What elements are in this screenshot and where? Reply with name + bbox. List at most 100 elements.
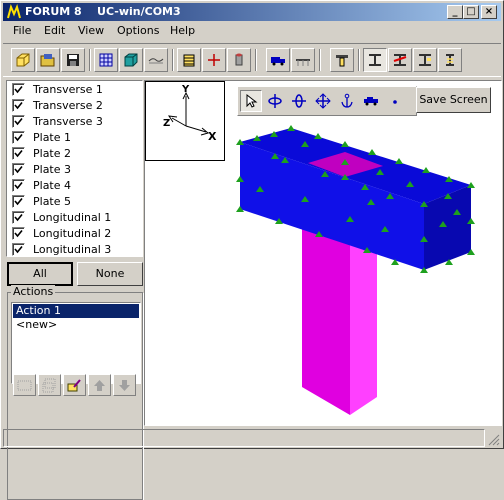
status-bar <box>3 429 501 447</box>
ibeam-icon <box>369 54 381 66</box>
checkmark-icon <box>14 117 23 126</box>
bridge-button[interactable] <box>291 48 315 72</box>
axis-x-label: X <box>208 130 217 143</box>
checkmark-icon <box>14 133 23 142</box>
ibeam-dollar-button[interactable] <box>438 48 462 72</box>
menu-edit[interactable]: Edit <box>44 24 65 37</box>
open-folder-icon <box>40 54 55 67</box>
layer-checkbox[interactable] <box>12 83 25 96</box>
title-bar[interactable]: FORUM 8 UC-win/COM3 _ □ × <box>3 3 501 21</box>
open-button[interactable] <box>36 48 60 72</box>
select-none-button[interactable]: None <box>77 262 143 286</box>
actions-list: Action 1 <new> <box>11 302 141 384</box>
menu-options[interactable]: Options <box>117 24 159 37</box>
layer-checkbox[interactable] <box>12 115 25 128</box>
layer-label: Longitudinal 1 <box>33 211 112 224</box>
resize-grip-icon[interactable] <box>487 433 500 446</box>
column-front-face <box>302 219 350 415</box>
layer-checkbox[interactable] <box>12 147 25 160</box>
action-item-selected[interactable]: Action 1 <box>13 304 139 318</box>
point-icon <box>393 100 397 104</box>
vehicle-button[interactable] <box>360 90 382 112</box>
save-screen-button[interactable]: Save Screen <box>416 87 491 113</box>
ibeam-button[interactable] <box>363 48 387 72</box>
action-add-button[interactable] <box>13 374 36 396</box>
arrow-down-icon <box>119 380 130 391</box>
ibeam-red-button[interactable] <box>388 48 412 72</box>
vehicle-icon <box>364 97 378 106</box>
ibeam-flag-button[interactable] <box>413 48 437 72</box>
select-tool-button[interactable] <box>240 90 262 112</box>
line-button[interactable] <box>144 48 168 72</box>
pan-button[interactable] <box>312 90 334 112</box>
arrow-up-icon <box>94 380 105 391</box>
layer-checkbox[interactable] <box>12 163 25 176</box>
truck-load-icon <box>271 57 285 66</box>
cylinder-button[interactable] <box>227 48 251 72</box>
cross-point-icon <box>208 54 220 66</box>
app-logo-icon <box>7 4 21 19</box>
load-button[interactable] <box>266 48 290 72</box>
layer-list: Transverse 1 Transverse 2 Transverse 3 P… <box>6 80 143 257</box>
action-edit-button[interactable] <box>63 374 86 396</box>
select-arrow-icon <box>246 93 258 108</box>
window-title: FORUM 8 UC-win/COM3 <box>25 5 181 18</box>
layer-checkbox[interactable] <box>12 179 25 192</box>
edit-pencil-icon <box>67 379 81 392</box>
rotate-x-button[interactable] <box>288 90 310 112</box>
ibeam-dollar-icon <box>446 54 454 66</box>
layer-checkbox[interactable] <box>12 99 25 112</box>
3d-viewport[interactable]: Y X Z Save Screen <box>144 80 502 426</box>
layer-label: Transverse 2 <box>33 99 103 112</box>
action-item-new[interactable]: <new> <box>13 318 139 332</box>
axis-triad: Y X Z <box>145 81 225 161</box>
rotate-y-button[interactable] <box>264 90 286 112</box>
actions-group-label: Actions <box>11 285 56 298</box>
menu-view[interactable]: View <box>78 24 104 37</box>
menu-bar: File Edit View Options Help <box>3 22 501 40</box>
axis-y-label: Y <box>181 84 190 95</box>
layer-label: Transverse 1 <box>33 83 103 96</box>
solid-button[interactable] <box>119 48 143 72</box>
action-move-up-button[interactable] <box>88 374 111 396</box>
rotate-y-icon <box>268 94 282 108</box>
mesh-button[interactable] <box>94 48 118 72</box>
select-all-button[interactable]: All <box>7 262 73 286</box>
checkmark-icon <box>14 149 23 158</box>
rotate-x-icon <box>292 94 306 108</box>
layer-label: Longitudinal 2 <box>33 227 112 240</box>
toolbar-separator <box>255 49 257 71</box>
section-button[interactable] <box>177 48 201 72</box>
close-button[interactable]: × <box>481 5 497 19</box>
minimize-button[interactable]: _ <box>447 5 463 19</box>
action-duplicate-button[interactable] <box>38 374 61 396</box>
axis-triad-icon: Y X Z <box>163 84 217 143</box>
menu-file[interactable]: File <box>13 24 31 37</box>
left-panel: Transverse 1 Transverse 2 Transverse 3 P… <box>5 80 143 500</box>
checkmark-icon <box>14 213 23 222</box>
toolbar-separator <box>319 49 321 71</box>
layer-checkbox[interactable] <box>12 195 25 208</box>
layer-checkbox[interactable] <box>12 211 25 224</box>
line-curve-icon <box>148 58 164 64</box>
layer-checkbox[interactable] <box>12 227 25 240</box>
cross-button[interactable] <box>202 48 226 72</box>
ibeam-red-icon <box>393 54 407 66</box>
layer-checkbox[interactable] <box>12 131 25 144</box>
layer-checkbox[interactable] <box>12 243 25 256</box>
menu-help[interactable]: Help <box>170 24 195 37</box>
new-button[interactable] <box>11 48 35 72</box>
point-button[interactable] <box>384 90 406 112</box>
checkmark-icon <box>14 101 23 110</box>
action-move-down-button[interactable] <box>113 374 136 396</box>
maximize-button[interactable]: □ <box>463 5 479 19</box>
save-button[interactable] <box>61 48 85 72</box>
status-pane <box>3 429 485 447</box>
bridge-icon <box>296 59 310 66</box>
layer-label: Plate 2 <box>33 147 72 160</box>
flange-button[interactable] <box>330 48 354 72</box>
pan-icon <box>315 93 331 109</box>
duplicate-frame-icon <box>42 378 56 393</box>
cylinder-icon <box>235 53 243 66</box>
anchor-button[interactable] <box>336 90 358 112</box>
